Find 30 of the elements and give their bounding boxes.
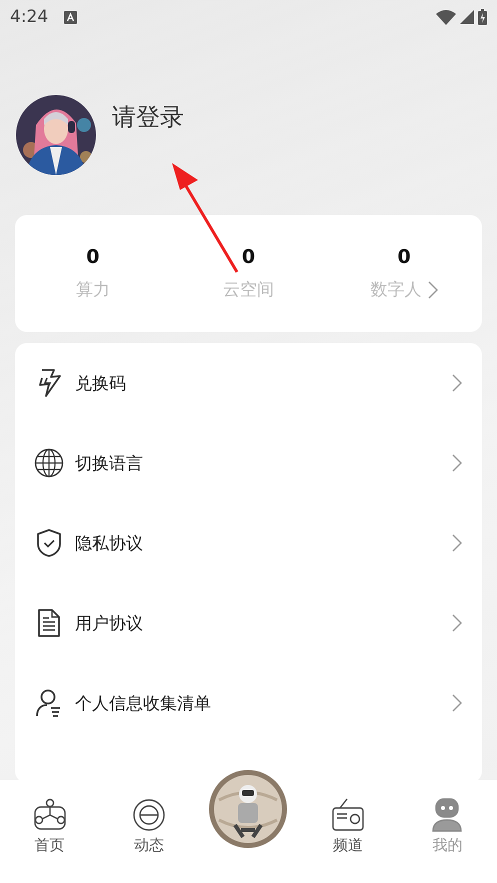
wifi-icon (436, 10, 456, 24)
user-avatar-icon (430, 798, 464, 832)
radio-icon (330, 798, 365, 832)
chevron-right-icon (452, 454, 462, 472)
molecule-icon (32, 798, 67, 832)
stat-value: 0 (86, 246, 100, 268)
shield-check-icon (36, 528, 62, 558)
globe-icon (34, 448, 64, 478)
nav-tab[interactable]: 首页 (0, 780, 100, 883)
stat-value: 0 (398, 246, 411, 268)
planet-icon (132, 798, 166, 832)
nav-tab[interactable]: 频道 (298, 780, 398, 883)
chevron-right-icon (428, 280, 438, 298)
menu-item[interactable]: 隐私协议 (75, 532, 442, 554)
menu-item[interactable]: 兑换码 (75, 372, 442, 394)
chevron-right-icon (452, 534, 462, 552)
menu-item[interactable]: 用户协议 (75, 612, 442, 634)
keyboard-notification-icon (64, 10, 78, 24)
menu-item[interactable]: 切换语言 (75, 452, 442, 474)
chevron-right-icon (452, 614, 462, 632)
document-icon (37, 608, 61, 638)
login-prompt[interactable]: 请登录 (112, 101, 184, 133)
chevron-right-icon (452, 694, 462, 712)
signal-icon (460, 10, 474, 24)
chevron-right-icon (452, 374, 462, 392)
stat-value: 0 (242, 246, 256, 268)
battery-charging-icon (478, 9, 487, 25)
status-time: 4:24 (10, 7, 48, 27)
menu-item[interactable]: 个人信息收集清单 (75, 692, 442, 714)
nav-tab[interactable]: 动态 (99, 780, 199, 883)
